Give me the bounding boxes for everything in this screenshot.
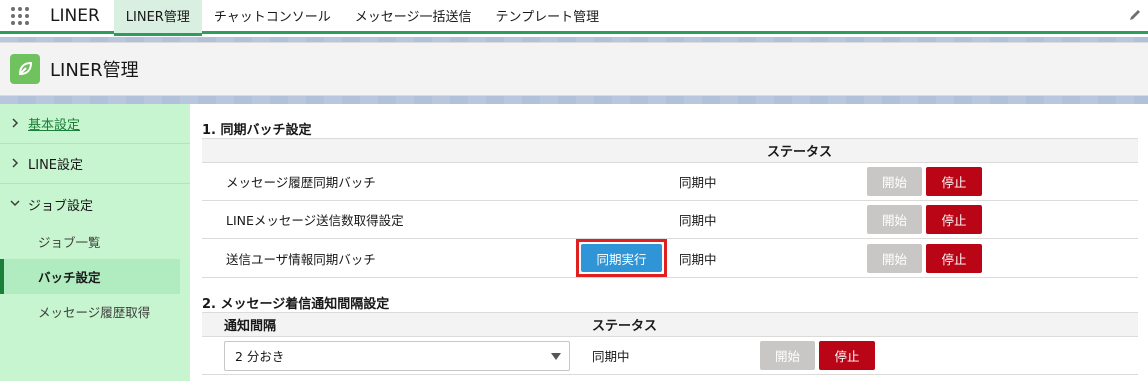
interval-select[interactable]: 2 分おき: [224, 340, 570, 371]
sidebar-subitem-message-history[interactable]: メッセージ履歴取得: [0, 294, 190, 329]
main-content: 1. 同期バッチ設定 ステータス メッセージ履歴同期バッチ 同期中 開始 停止 …: [202, 104, 1138, 375]
page-title: LINER管理: [50, 60, 139, 81]
batch-status: 同期中: [667, 238, 867, 278]
tab-template-admin[interactable]: テンプレート管理: [483, 0, 611, 33]
batch-name: 送信ユーザ情報同期バッチ: [202, 238, 576, 278]
column-header-status: ステータス: [570, 312, 760, 337]
stop-button[interactable]: 停止: [925, 167, 982, 196]
notify-interval-table: 通知間隔 ステータス 2 分おき 同期中 開始 停止: [202, 312, 1138, 375]
start-button[interactable]: 開始: [867, 205, 922, 234]
tab-bulk-message[interactable]: メッセージ一括送信: [343, 0, 484, 33]
sidebar-subitem-batch-settings[interactable]: バッチ設定: [0, 259, 180, 294]
sync-batch-table: ステータス メッセージ履歴同期バッチ 同期中 開始 停止 LINEメッセージ送信…: [202, 138, 1138, 278]
sidebar-item-basic-settings[interactable]: 基本設定: [0, 104, 190, 144]
table-row: 2 分おき 同期中 開始 停止: [202, 336, 1138, 375]
app-grid-icon[interactable]: [0, 0, 40, 33]
sidebar: 基本設定 LINE設定 ジョブ設定 ジョブ一覧 バッチ設定 メッセージ履歴取得: [0, 104, 190, 381]
sync-now-button[interactable]: 同期実行: [581, 244, 662, 272]
sidebar-item-label: 基本設定: [28, 118, 81, 133]
top-navigation: LINER LINER管理 チャットコンソール メッセージ一括送信 テンプレート…: [0, 0, 1148, 36]
interval-select-value: 2 分おき: [235, 349, 285, 364]
chevron-down-icon: [10, 197, 28, 211]
table-row: メッセージ履歴同期バッチ 同期中 開始 停止: [202, 162, 1138, 201]
tab-chat-console[interactable]: チャットコンソール: [202, 0, 343, 33]
stop-button[interactable]: 停止: [925, 205, 982, 234]
start-button[interactable]: 開始: [760, 341, 815, 370]
interval-status: 同期中: [570, 336, 760, 375]
sidebar-item-job-settings[interactable]: ジョブ設定: [0, 184, 190, 224]
section-title-sync-batch: 1. 同期バッチ設定: [202, 122, 312, 138]
column-header-status: ステータス: [667, 138, 867, 163]
batch-status: 同期中: [667, 162, 867, 201]
sync-highlight: 同期実行: [576, 239, 667, 277]
batch-status: 同期中: [667, 200, 867, 239]
chevron-right-icon: [10, 157, 28, 171]
tab-liner-admin[interactable]: LINER管理: [113, 0, 202, 36]
page-header: LINER管理: [0, 42, 1148, 96]
app-name: LINER: [50, 5, 100, 26]
chevron-right-icon: [10, 117, 28, 131]
column-header-interval: 通知間隔: [202, 312, 570, 337]
sidebar-item-label: LINE設定: [28, 158, 84, 173]
section-title-notify-interval: 2. メッセージ着信通知間隔設定: [202, 296, 390, 312]
stop-button[interactable]: 停止: [925, 243, 982, 273]
batch-name: LINEメッセージ送信数取得設定: [202, 200, 576, 239]
stop-button[interactable]: 停止: [818, 341, 875, 370]
table-row: 送信ユーザ情報同期バッチ 同期実行 同期中 開始 停止: [202, 238, 1138, 278]
start-button[interactable]: 開始: [867, 243, 922, 273]
pencil-icon[interactable]: [1128, 8, 1144, 24]
leaf-icon: [10, 54, 40, 84]
caret-down-icon: [551, 352, 561, 360]
table-row: LINEメッセージ送信数取得設定 同期中 開始 停止: [202, 200, 1138, 239]
sidebar-item-line-settings[interactable]: LINE設定: [0, 144, 190, 184]
sidebar-item-label: ジョブ設定: [28, 198, 94, 214]
batch-name: メッセージ履歴同期バッチ: [202, 162, 576, 201]
sidebar-subitem-job-list[interactable]: ジョブ一覧: [0, 224, 190, 259]
start-button[interactable]: 開始: [867, 167, 922, 196]
